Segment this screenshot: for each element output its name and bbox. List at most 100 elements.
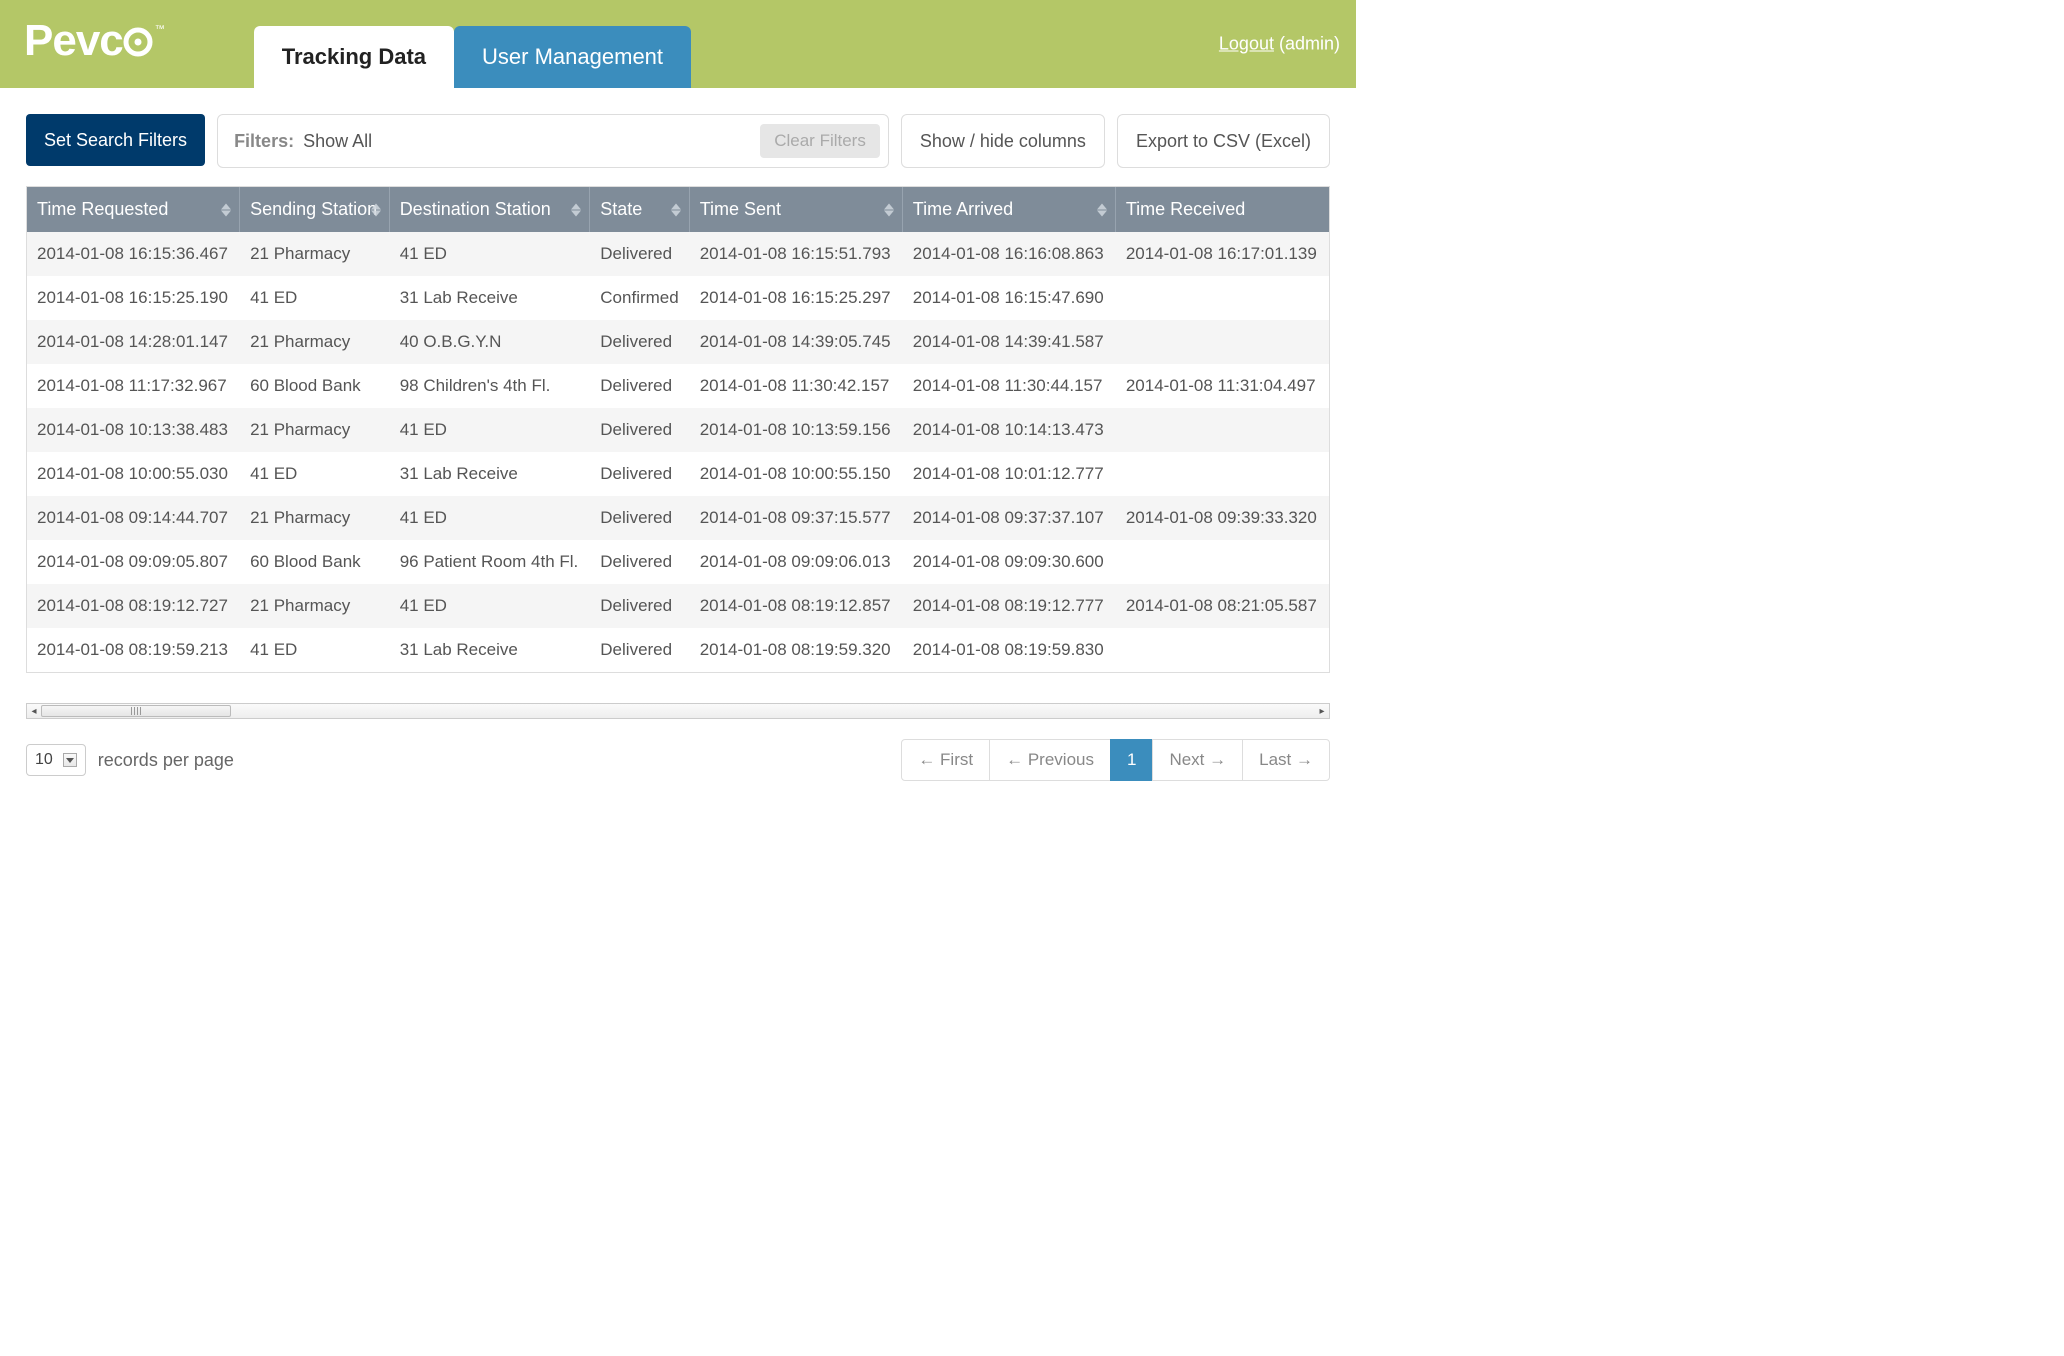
cell-state: Delivered xyxy=(590,320,689,364)
cell-time-sent: 2014-01-08 09:09:06.013 xyxy=(690,540,903,584)
scroll-thumb[interactable] xyxy=(41,705,231,717)
cell-time-sent: 2014-01-08 16:15:51.793 xyxy=(690,232,903,276)
sort-icon xyxy=(671,203,681,216)
col-header-state[interactable]: State xyxy=(590,187,689,232)
sort-icon xyxy=(1097,203,1107,216)
per-page-label: records per page xyxy=(98,750,234,771)
cell-destination-station: 41 ED xyxy=(390,408,591,452)
cell-time-requested: 2014-01-08 09:14:44.707 xyxy=(27,496,240,540)
cell-time-arrived: 2014-01-08 08:19:59.830 xyxy=(903,628,1116,672)
scroll-right-icon[interactable]: ▸ xyxy=(1315,704,1329,718)
logout-link[interactable]: Logout xyxy=(1219,34,1274,54)
active-filters-display: Filters: Show All Clear Filters xyxy=(217,114,889,168)
scroll-track[interactable] xyxy=(41,704,1315,718)
cell-time-sent: 2014-01-08 08:19:59.320 xyxy=(690,628,903,672)
cell-sending-station: 21 Pharmacy xyxy=(240,320,390,364)
cell-time-requested: 2014-01-08 08:19:12.727 xyxy=(27,584,240,628)
horizontal-scrollbar[interactable]: ◂ ▸ xyxy=(26,703,1330,719)
cell-time-arrived: 2014-01-08 16:16:08.863 xyxy=(903,232,1116,276)
per-page-select[interactable]: 10 xyxy=(26,744,86,776)
cell-time-sent: 2014-01-08 09:37:15.577 xyxy=(690,496,903,540)
cell-time-sent: 2014-01-08 10:00:55.150 xyxy=(690,452,903,496)
page-last-button[interactable]: Last → xyxy=(1242,739,1330,781)
set-search-filters-button[interactable]: Set Search Filters xyxy=(26,114,205,166)
cell-time-received xyxy=(1116,408,1329,452)
cell-time-arrived: 2014-01-08 14:39:41.587 xyxy=(903,320,1116,364)
filters-label: Filters: xyxy=(234,131,294,151)
cell-sending-station: 60 Blood Bank xyxy=(240,540,390,584)
scroll-left-icon[interactable]: ◂ xyxy=(27,704,41,718)
page-first-button[interactable]: ← First xyxy=(901,739,990,781)
sort-icon xyxy=(571,203,581,216)
table-row: 2014-01-08 08:19:59.21341 ED31 Lab Recei… xyxy=(27,628,1329,672)
col-header-time-received[interactable]: Time Received xyxy=(1116,187,1329,232)
page-prev-button[interactable]: ← Previous xyxy=(989,739,1111,781)
cell-state: Delivered xyxy=(590,452,689,496)
page-number-button[interactable]: 1 xyxy=(1110,739,1153,781)
brand-text: Pevc xyxy=(24,16,123,65)
cell-time-arrived: 2014-01-08 11:30:44.157 xyxy=(903,364,1116,408)
cell-destination-station: 31 Lab Receive xyxy=(390,276,591,320)
pagination: ← First ← Previous 1 Next → Last → xyxy=(901,739,1330,781)
cell-state: Delivered xyxy=(590,408,689,452)
page-next-button[interactable]: Next → xyxy=(1152,739,1243,781)
cell-sending-station: 21 Pharmacy xyxy=(240,232,390,276)
cell-time-received: 2014-01-08 08:21:05.587 xyxy=(1116,584,1329,628)
col-header-time-sent[interactable]: Time Sent xyxy=(690,187,903,232)
cell-time-received xyxy=(1116,452,1329,496)
cell-time-requested: 2014-01-08 09:09:05.807 xyxy=(27,540,240,584)
cell-time-sent: 2014-01-08 10:13:59.156 xyxy=(690,408,903,452)
cell-sending-station: 21 Pharmacy xyxy=(240,584,390,628)
col-header-sending-station[interactable]: Sending Station xyxy=(240,187,390,232)
cell-time-received: 2014-01-08 11:31:04.497 xyxy=(1116,364,1329,408)
tab-tracking-data[interactable]: Tracking Data xyxy=(254,26,454,88)
col-header-time-arrived[interactable]: Time Arrived xyxy=(903,187,1116,232)
export-csv-button[interactable]: Export to CSV (Excel) xyxy=(1117,114,1330,168)
cell-time-sent: 2014-01-08 14:39:05.745 xyxy=(690,320,903,364)
cell-time-arrived: 2014-01-08 10:14:13.473 xyxy=(903,408,1116,452)
tab-label: Tracking Data xyxy=(282,44,426,70)
cell-time-received: 2014-01-08 09:39:33.320 xyxy=(1116,496,1329,540)
cell-time-arrived: 2014-01-08 09:37:37.107 xyxy=(903,496,1116,540)
cell-state: Delivered xyxy=(590,364,689,408)
table-row: 2014-01-08 16:15:25.19041 ED31 Lab Recei… xyxy=(27,276,1329,320)
sort-icon xyxy=(884,203,894,216)
cell-time-received xyxy=(1116,540,1329,584)
table-row: 2014-01-08 10:13:38.48321 Pharmacy41 EDD… xyxy=(27,408,1329,452)
cell-time-arrived: 2014-01-08 10:01:12.777 xyxy=(903,452,1116,496)
col-header-time-requested[interactable]: Time Requested xyxy=(27,187,240,232)
tab-user-management[interactable]: User Management xyxy=(454,26,691,88)
cell-time-arrived: 2014-01-08 16:15:47.690 xyxy=(903,276,1116,320)
tracking-table: Time Requested Sending Station Destinati… xyxy=(26,186,1330,673)
cell-time-received xyxy=(1116,320,1329,364)
chevron-down-icon xyxy=(63,753,77,767)
table-row: 2014-01-08 16:15:36.46721 Pharmacy41 EDD… xyxy=(27,232,1329,276)
table-footer: 10 records per page ← First ← Previous 1… xyxy=(26,739,1330,781)
cell-state: Delivered xyxy=(590,540,689,584)
per-page-control: 10 records per page xyxy=(26,744,234,776)
toolbar: Set Search Filters Filters: Show All Cle… xyxy=(26,114,1330,168)
cell-destination-station: 40 O.B.G.Y.N xyxy=(390,320,591,364)
cell-time-requested: 2014-01-08 16:15:25.190 xyxy=(27,276,240,320)
cell-time-sent: 2014-01-08 08:19:12.857 xyxy=(690,584,903,628)
show-hide-columns-button[interactable]: Show / hide columns xyxy=(901,114,1105,168)
cell-destination-station: 98 Children's 4th Fl. xyxy=(390,364,591,408)
cell-destination-station: 31 Lab Receive xyxy=(390,628,591,672)
cell-state: Delivered xyxy=(590,232,689,276)
clear-filters-button[interactable]: Clear Filters xyxy=(760,124,880,158)
cell-sending-station: 41 ED xyxy=(240,628,390,672)
col-header-destination-station[interactable]: Destination Station xyxy=(390,187,591,232)
table-row: 2014-01-08 14:28:01.14721 Pharmacy40 O.B… xyxy=(27,320,1329,364)
cell-sending-station: 21 Pharmacy xyxy=(240,408,390,452)
cell-state: Delivered xyxy=(590,628,689,672)
filters-value: Show All xyxy=(303,131,372,151)
table-row: 2014-01-08 09:14:44.70721 Pharmacy41 EDD… xyxy=(27,496,1329,540)
cell-sending-station: 60 Blood Bank xyxy=(240,364,390,408)
table-row: 2014-01-08 09:09:05.80760 Blood Bank96 P… xyxy=(27,540,1329,584)
cell-time-arrived: 2014-01-08 09:09:30.600 xyxy=(903,540,1116,584)
cell-time-requested: 2014-01-08 16:15:36.467 xyxy=(27,232,240,276)
cell-state: Delivered xyxy=(590,584,689,628)
brand-logo: Pevc™ xyxy=(24,16,254,88)
current-user: admin xyxy=(1285,34,1334,54)
sort-icon xyxy=(371,203,381,216)
